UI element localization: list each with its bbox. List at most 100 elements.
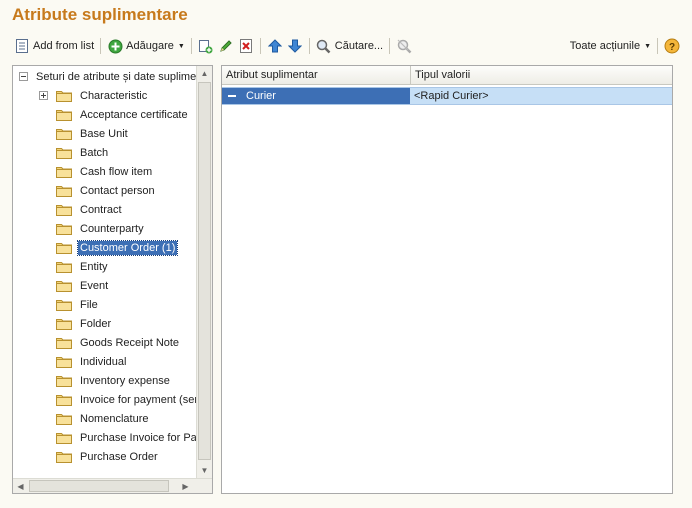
tree-item-label: Inventory expense <box>80 374 170 387</box>
vertical-scrollbar[interactable]: ▲ ▼ <box>196 66 212 478</box>
horizontal-scrollbar[interactable]: ◀ ▶ <box>13 478 212 493</box>
value-type: <Rapid Curier> <box>414 90 489 102</box>
tree-item-label: Batch <box>80 146 109 159</box>
pencil-icon <box>218 38 234 54</box>
tree-item-label: Entity <box>80 260 108 273</box>
tree-item-label: Counterparty <box>80 222 144 235</box>
scroll-up-icon[interactable]: ▲ <box>197 66 212 81</box>
folder-icon <box>56 298 72 311</box>
toolbar-separator <box>259 38 261 54</box>
folder-icon <box>56 184 72 197</box>
chevron-down-icon: ▼ <box>644 42 651 50</box>
copy-button[interactable] <box>196 36 216 56</box>
search-button[interactable]: Căutare... <box>314 36 385 56</box>
move-up-button[interactable] <box>265 36 285 56</box>
tree-item-label: Purchase Invoice for Payment <box>80 431 196 444</box>
tree-item[interactable]: Inventory expense <box>56 371 172 390</box>
tree-item-label: Purchase Order <box>80 450 158 463</box>
folder-icon <box>56 89 72 102</box>
tree-item-label: Acceptance certificate <box>80 108 188 121</box>
collapse-icon[interactable] <box>19 72 28 81</box>
tree-item[interactable]: Customer Order (1) <box>56 238 179 257</box>
all-actions-label: Toate acțiunile <box>569 40 641 52</box>
tree-item[interactable]: Event <box>56 276 110 295</box>
tree-item-label: Folder <box>80 317 112 330</box>
tree-item[interactable]: Purchase Order <box>56 447 160 466</box>
scroll-left-icon[interactable]: ◀ <box>13 479 28 494</box>
delete-button[interactable] <box>236 36 256 56</box>
table-row[interactable]: Curier <Rapid Curier> <box>222 87 672 105</box>
folder-icon <box>56 108 72 121</box>
toolbar-separator <box>308 38 310 54</box>
tree-item[interactable]: Acceptance certificate <box>56 105 190 124</box>
column-header-value-type[interactable]: Tipul valorii <box>411 66 672 85</box>
toolbar-separator <box>190 38 192 54</box>
cancel-search-button[interactable] <box>394 36 414 56</box>
tree-item-label: Contact person <box>80 184 155 197</box>
all-actions-button[interactable]: Toate acțiunile ▼ <box>568 36 653 56</box>
scroll-right-icon[interactable]: ▶ <box>178 479 193 494</box>
tree-root[interactable]: Seturi de atribute și date suplimentare <box>19 67 196 86</box>
folder-icon <box>56 165 72 178</box>
folder-icon <box>56 355 72 368</box>
scroll-thumb[interactable] <box>29 480 169 492</box>
attributes-table[interactable]: Atribut suplimentar Tipul valorii Curier… <box>221 65 673 494</box>
scroll-down-icon[interactable]: ▼ <box>197 463 212 478</box>
tree-item-label: Base Unit <box>80 127 128 140</box>
help-icon: ? <box>664 38 680 54</box>
tree-item[interactable]: Folder <box>56 314 113 333</box>
toolbar-separator <box>389 38 391 54</box>
folder-icon <box>56 279 72 292</box>
add-label: Adăugare <box>126 40 174 52</box>
tree-item[interactable]: Goods Receipt Note <box>56 333 181 352</box>
edit-button[interactable] <box>216 36 236 56</box>
tree-item[interactable]: File <box>56 295 100 314</box>
folder-icon <box>56 146 72 159</box>
help-button[interactable]: ? <box>662 36 682 56</box>
scroll-thumb[interactable] <box>198 82 211 460</box>
tree-item[interactable]: Entity <box>56 257 110 276</box>
attribute-cell[interactable]: Curier <box>222 88 410 104</box>
tree-item[interactable]: Characteristic <box>39 86 149 105</box>
move-down-button[interactable] <box>285 36 305 56</box>
column-header-attribute[interactable]: Atribut suplimentar <box>222 66 411 85</box>
tree-panel[interactable]: Seturi de atribute și date suplimentare … <box>12 65 213 494</box>
folder-icon <box>56 317 72 330</box>
expand-icon[interactable] <box>39 91 48 100</box>
tree-item[interactable]: Individual <box>56 352 128 371</box>
tree-item[interactable]: Counterparty <box>56 219 146 238</box>
tree-item-label: Event <box>80 279 109 292</box>
folder-icon <box>56 203 72 216</box>
list-icon <box>14 38 30 54</box>
tree-item-label: Customer Order (1) <box>76 239 179 256</box>
chevron-down-icon: ▼ <box>177 42 185 50</box>
tree-item[interactable]: Invoice for payment (sending) <box>56 390 196 409</box>
tree-item-label: Cash flow item <box>80 165 153 178</box>
toolbar: Add from list Adăugare ▼ Căutare... Toat… <box>12 36 682 56</box>
tree-item-label: Contract <box>80 203 122 216</box>
value-type-cell[interactable]: <Rapid Curier> <box>410 88 489 104</box>
tree-item[interactable]: Batch <box>56 143 110 162</box>
arrow-down-icon <box>287 38 303 54</box>
tree-item[interactable]: Base Unit <box>56 124 130 143</box>
search-label: Căutare... <box>334 40 384 52</box>
tree-item[interactable]: Contact person <box>56 181 157 200</box>
tree-item[interactable]: Purchase Invoice for Payment <box>56 428 196 447</box>
add-dropdown-button[interactable]: Adăugare ▼ <box>105 36 187 56</box>
folder-icon <box>56 450 72 463</box>
window-title: Atribute suplimentare <box>12 5 188 24</box>
add-from-list-button[interactable]: Add from list <box>12 36 96 56</box>
arrow-up-icon <box>267 38 283 54</box>
delete-icon <box>238 38 254 54</box>
tree-item-label: Invoice for payment (sending) <box>80 393 196 406</box>
folder-icon <box>56 431 72 444</box>
tree-item[interactable]: Contract <box>56 200 124 219</box>
tree-item-label: Individual <box>80 355 127 368</box>
add-from-list-label: Add from list <box>33 40 95 52</box>
folder-icon <box>56 336 72 349</box>
tree-item[interactable]: Nomenclature <box>56 409 150 428</box>
toolbar-separator <box>100 38 102 54</box>
toolbar-separator <box>657 38 658 54</box>
tree-item[interactable]: Cash flow item <box>56 162 154 181</box>
tree-item-label: Goods Receipt Note <box>80 336 180 349</box>
